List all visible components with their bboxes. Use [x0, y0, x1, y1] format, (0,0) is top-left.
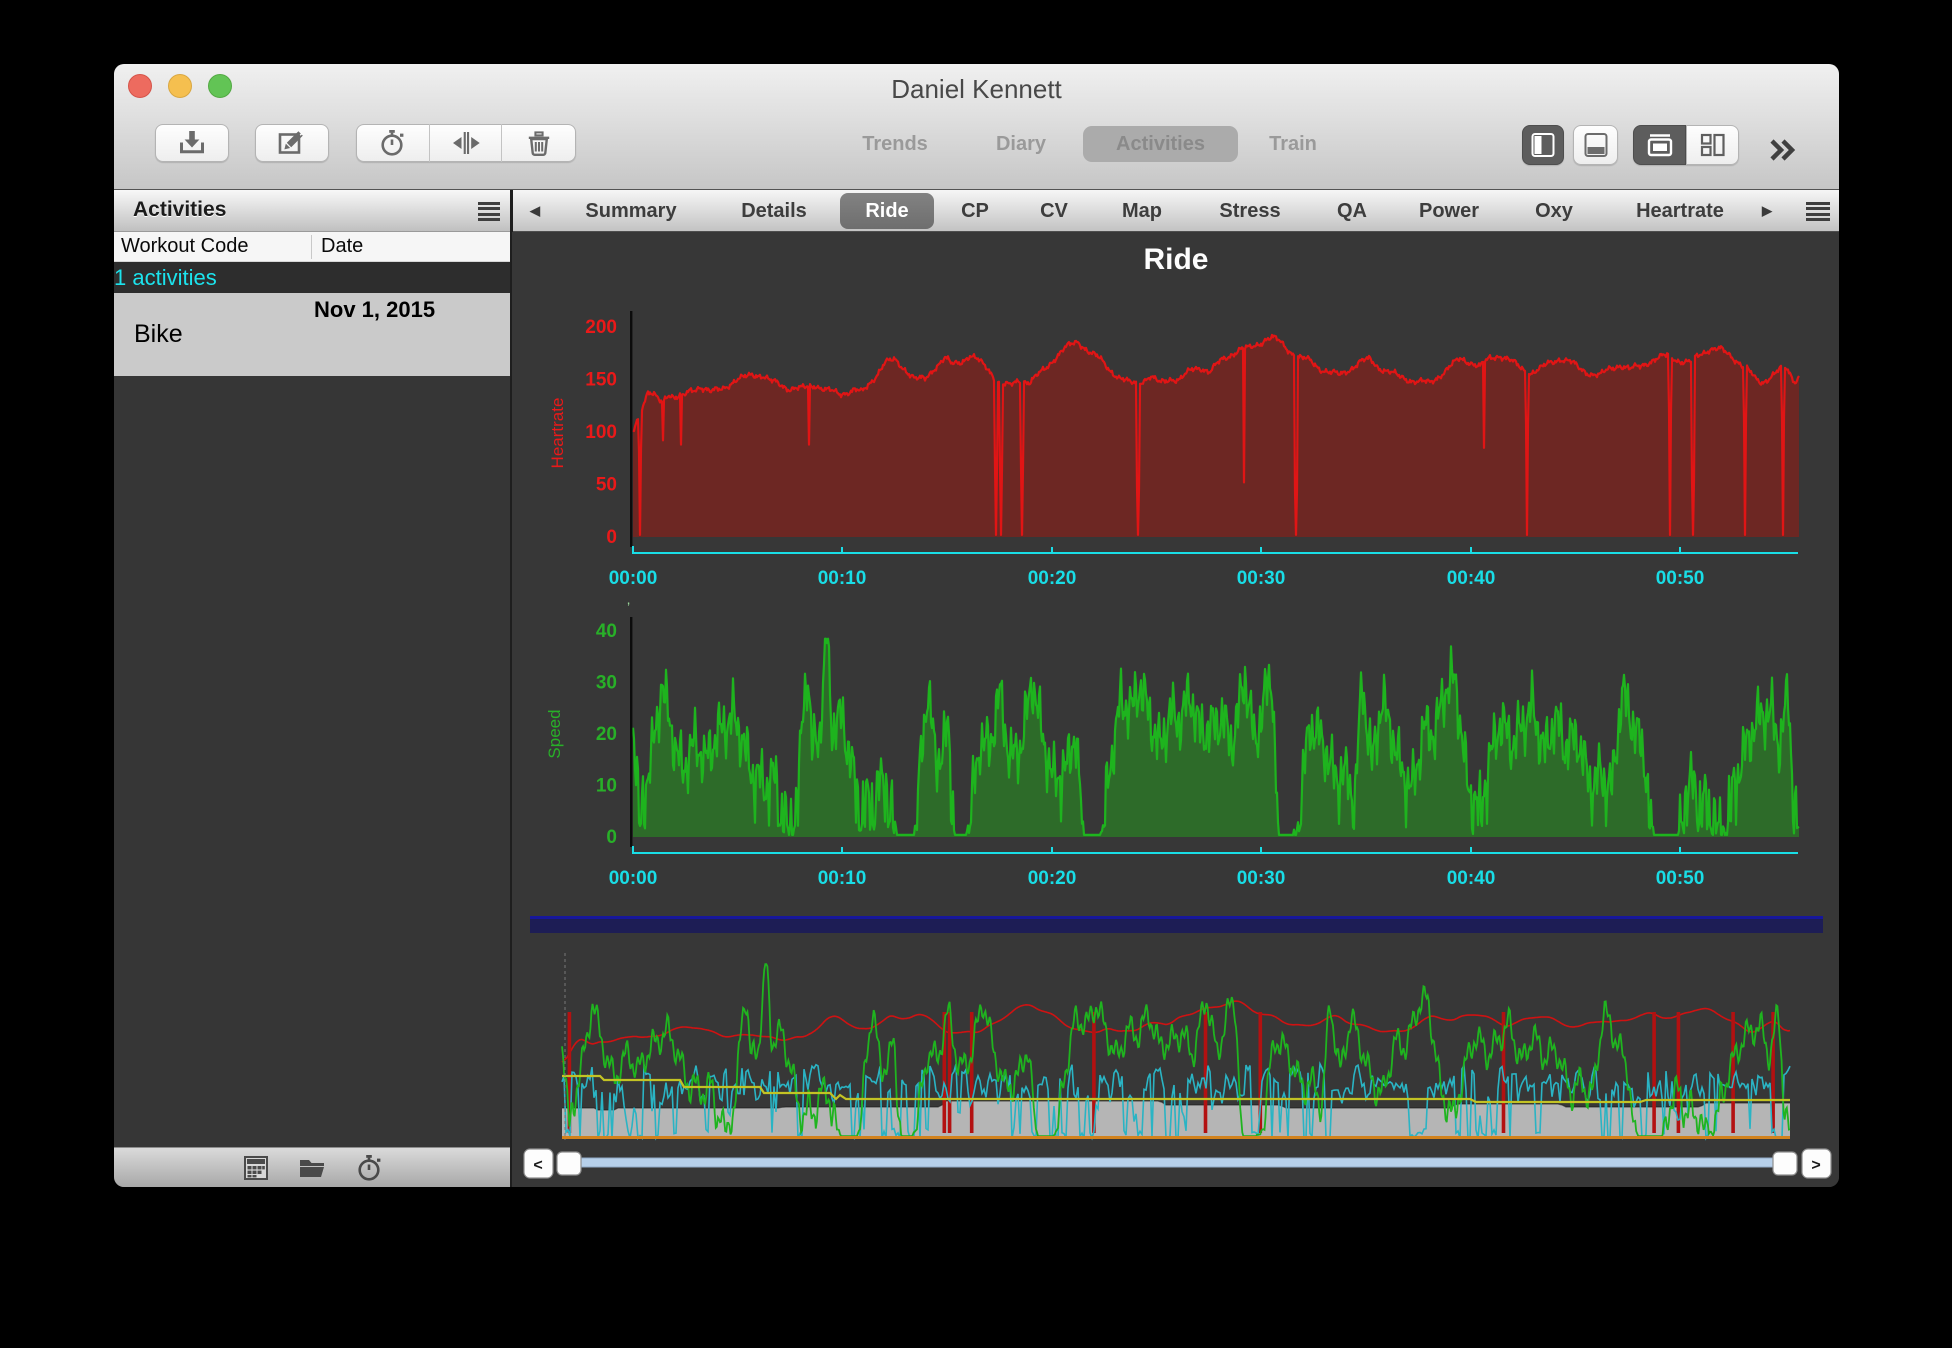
svg-text:00:20: 00:20 [1028, 568, 1077, 589]
svg-text:10: 10 [596, 776, 617, 797]
svg-text:00:30: 00:30 [1237, 868, 1286, 889]
svg-text:40: 40 [596, 621, 617, 642]
svg-text:Heartrate: Heartrate [548, 398, 567, 469]
svg-text:00:00: 00:00 [609, 568, 658, 589]
svg-text:00:40: 00:40 [1447, 568, 1496, 589]
svg-text:00:30: 00:30 [1237, 568, 1286, 589]
svg-text:00:50: 00:50 [1656, 568, 1705, 589]
svg-text:<: < [533, 1157, 542, 1174]
svg-text:>: > [1811, 1157, 1820, 1174]
svg-text:00:00: 00:00 [609, 868, 658, 889]
svg-text:30: 30 [596, 673, 617, 694]
svg-text:00:10: 00:10 [818, 568, 867, 589]
svg-text:20: 20 [596, 724, 617, 745]
svg-text:0: 0 [606, 827, 617, 848]
svg-text:200: 200 [585, 317, 617, 338]
svg-text:0: 0 [606, 527, 617, 548]
svg-text:00:10: 00:10 [818, 868, 867, 889]
svg-text:50: 50 [596, 475, 617, 496]
svg-text:00:50: 00:50 [1656, 868, 1705, 889]
svg-text:00:40: 00:40 [1447, 868, 1496, 889]
svg-text:Speed: Speed [545, 709, 564, 758]
svg-text:’: ’ [627, 599, 630, 615]
svg-text:150: 150 [585, 370, 617, 391]
svg-text:00:20: 00:20 [1028, 868, 1077, 889]
svg-text:100: 100 [585, 422, 617, 443]
svg-text:Ride: Ride [1143, 243, 1208, 276]
